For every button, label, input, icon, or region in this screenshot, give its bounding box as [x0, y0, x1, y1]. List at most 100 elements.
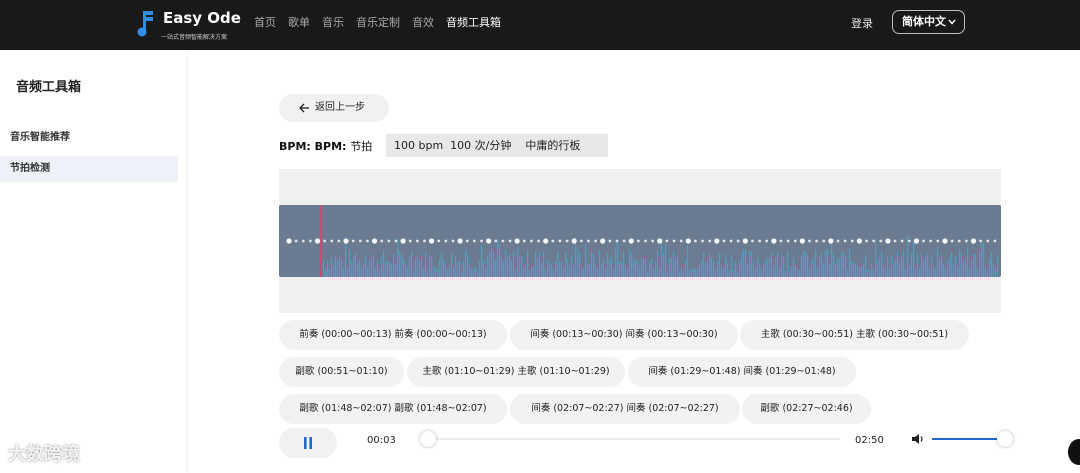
waveform-bar — [437, 269, 439, 277]
volume-icon[interactable] — [911, 433, 924, 445]
beat-marker — [679, 239, 683, 243]
waveform-bar — [871, 263, 873, 277]
segment-chip[interactable]: 间奏 (02:07~02:27) 间奏 (02:07~02:27) — [510, 394, 740, 424]
waveform-bar — [395, 265, 397, 277]
nav-item-audio-toolbox[interactable]: 音频工具箱 — [446, 14, 501, 30]
beat-marker — [514, 238, 520, 244]
pause-button[interactable] — [279, 428, 337, 458]
brand-logo[interactable]: Easy Ode 一站式音频智能解决方案 — [137, 9, 241, 43]
waveform-bar — [327, 261, 329, 277]
waveform-bar — [781, 254, 783, 277]
beat-marker — [486, 238, 492, 244]
beat-marker — [558, 239, 562, 243]
waveform-bar — [699, 264, 701, 277]
floating-action-button[interactable] — [1068, 439, 1080, 465]
waveform-bar — [355, 253, 357, 277]
waveform-bar — [463, 261, 465, 277]
waveform-bar — [995, 267, 997, 277]
waveform-bar — [471, 269, 473, 277]
waveform-bar — [797, 268, 799, 277]
waveform-bar — [851, 260, 853, 277]
waveform-bar — [981, 242, 983, 277]
waveform-bar — [767, 256, 769, 277]
volume-knob[interactable] — [997, 431, 1013, 447]
waveform-bar — [489, 251, 491, 277]
waveform-bar — [475, 266, 477, 277]
waveform-bar — [635, 260, 637, 277]
beat-marker — [480, 239, 483, 243]
waveform-bar — [467, 255, 469, 277]
waveform-bar — [785, 270, 787, 277]
segment-chip[interactable]: 前奏 (00:00~00:13) 前奏 (00:00~00:13) — [279, 320, 507, 350]
back-button[interactable]: 返回上一步 — [279, 94, 389, 122]
waveform-bar — [903, 249, 905, 277]
segment-chip[interactable]: 主歌 (01:10~01:29) 主歌 (01:10~01:29) — [407, 357, 625, 387]
waveform[interactable] — [279, 205, 1001, 277]
nav-item-custom-music[interactable]: 音乐定制 — [356, 14, 400, 30]
segment-chip[interactable]: 副歌 (00:51~01:10) — [279, 357, 404, 387]
waveform-bar — [793, 257, 795, 277]
nav-item-home[interactable]: 首页 — [254, 14, 276, 30]
beat-marker — [508, 239, 512, 243]
waveform-bar — [573, 265, 575, 277]
beat-marker — [907, 239, 911, 243]
progress-bar[interactable] — [420, 431, 840, 447]
waveform-panel[interactable] — [279, 169, 1001, 313]
waveform-bar — [783, 256, 785, 277]
segment-chip[interactable]: 副歌 (01:48~02:07) 副歌 (01:48~02:07) — [279, 394, 507, 424]
waveform-bar — [425, 251, 427, 277]
waveform-bar — [479, 261, 481, 277]
waveform-bar — [499, 245, 501, 277]
waveform-bar — [865, 255, 867, 277]
waveform-bar — [615, 248, 617, 277]
waveform-bar — [371, 257, 373, 277]
waveform-bar — [801, 255, 803, 277]
segment-chip[interactable]: 间奏 (00:13~00:30) 间奏 (00:13~00:30) — [510, 320, 738, 350]
segment-chip[interactable]: 副歌 (02:27~02:46) — [742, 394, 871, 424]
waveform-bar — [423, 268, 425, 277]
waveform-bar — [325, 268, 327, 277]
bpm-label-b: BPM: — [314, 140, 347, 153]
beat-marker — [608, 239, 612, 243]
waveform-bar — [537, 257, 539, 277]
waveform-bar — [439, 259, 441, 277]
beat-marker — [736, 239, 740, 243]
nav-item-music[interactable]: 音乐 — [322, 14, 344, 30]
waveform-bar — [513, 251, 515, 277]
waveform-bar — [441, 252, 443, 277]
waveform-bar — [909, 265, 911, 277]
waveform-bar — [913, 242, 915, 277]
login-link[interactable]: 登录 — [851, 15, 873, 31]
waveform-bar — [405, 263, 407, 277]
segment-chip[interactable]: 主歌 (00:30~00:51) 主歌 (00:30~00:51) — [740, 320, 969, 350]
bpm-value-box: 100 bpm 100 次/分钟 中庸的行板 — [386, 134, 608, 157]
waveform-bar — [813, 258, 815, 277]
nav-item-sound-effects[interactable]: 音效 — [412, 14, 434, 30]
waveform-bar — [885, 269, 887, 277]
waveform-bar — [339, 256, 341, 277]
waveform-bar — [893, 263, 895, 277]
waveform-bar — [401, 254, 403, 277]
progress-knob[interactable] — [420, 431, 437, 447]
playhead-marker[interactable] — [320, 205, 322, 277]
waveform-bar — [735, 261, 737, 277]
nav-item-playlists[interactable]: 歌单 — [288, 14, 310, 30]
beat-marker — [808, 239, 811, 243]
sidebar-item-beat-detection[interactable]: 节拍检测 — [0, 156, 178, 182]
beat-marker — [444, 239, 448, 243]
beat-marker — [343, 238, 349, 244]
waveform-bar — [453, 267, 455, 277]
beat-marker — [665, 239, 669, 243]
segment-chip[interactable]: 间奏 (01:29~01:48) 间奏 (01:29~01:48) — [628, 357, 856, 387]
language-select[interactable]: 简体中文 — [892, 10, 965, 34]
waveform-bar — [729, 270, 731, 277]
waveform-bar — [853, 262, 855, 277]
beat-marker — [394, 239, 398, 243]
sidebar-item-music-recommendation[interactable]: 音乐智能推荐 — [0, 125, 178, 151]
beat-marker — [314, 238, 321, 244]
waveform-bar — [947, 262, 949, 277]
beat-marker — [429, 238, 435, 244]
waveform-bar — [705, 263, 707, 277]
bpm-label-a: BPM: — [279, 140, 311, 153]
volume-slider[interactable] — [932, 431, 1013, 447]
